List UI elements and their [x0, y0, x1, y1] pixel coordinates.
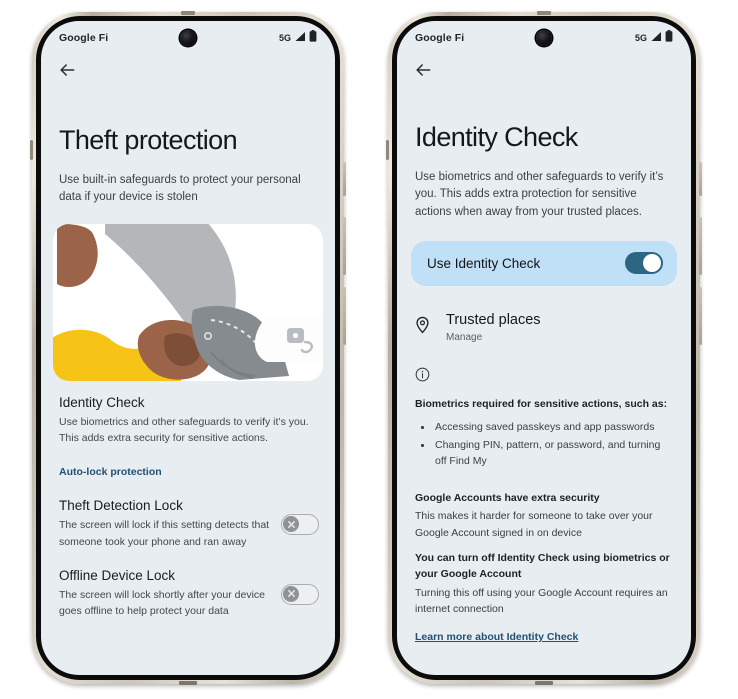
phone-screen: Google Fi 5G	[41, 21, 335, 675]
section-title-identity-check: Identity Check	[59, 394, 145, 410]
toggle-thumb-on	[643, 254, 661, 273]
info-heading: Google Accounts have extra security	[415, 491, 600, 504]
volume-up-button[interactable]	[343, 217, 346, 275]
info-block-google-accounts: Google Accounts have extra security This…	[397, 481, 691, 541]
back-button[interactable]	[41, 55, 335, 85]
carrier-label: Google Fi	[59, 32, 109, 44]
offline-device-lock-toggle[interactable]	[281, 583, 319, 605]
mute-switch[interactable]	[30, 140, 33, 160]
back-button[interactable]	[397, 55, 691, 85]
phone-screen: Google Fi 5G	[397, 21, 691, 675]
use-identity-check-label: Use Identity Check	[427, 255, 541, 271]
power-button[interactable]	[343, 162, 346, 196]
auto-lock-protection-link[interactable]: Auto-lock protection	[41, 446, 180, 478]
phone-device-theft-protection: Google Fi 5G Theft protection Use built-…	[30, 11, 346, 685]
battery-icon	[309, 29, 317, 47]
volume-down-button[interactable]	[699, 287, 702, 345]
info-heading: Biometrics required for sensitive action…	[415, 398, 668, 411]
mute-switch[interactable]	[386, 140, 389, 160]
power-button[interactable]	[699, 162, 702, 196]
trusted-places-subtitle: Manage	[446, 332, 483, 344]
setting-description: The screen will lock shortly after your …	[59, 589, 265, 618]
toggle-thumb-off-icon	[283, 585, 299, 602]
learn-more-identity-check-link[interactable]: Learn more about Identity Check	[415, 631, 578, 643]
network-type-label: 5G	[634, 33, 647, 43]
info-text: This makes it harder for someone to take…	[415, 510, 653, 539]
list-item: Changing PIN, pattern, or password, and …	[415, 435, 673, 470]
signal-bars-icon	[294, 29, 306, 47]
location-pin-icon	[415, 312, 430, 339]
page-subtitle: Use biometrics and other safeguards to v…	[415, 171, 664, 218]
back-arrow-icon	[57, 64, 77, 84]
status-bar: Google Fi 5G	[41, 21, 335, 55]
section-body-identity-check: Use biometrics and other safeguards to v…	[59, 415, 309, 444]
app-content-theft-protection: Theft protection Use built-in safeguards…	[41, 55, 335, 675]
list-item: Accessing saved passkeys and app passwor…	[415, 417, 673, 435]
info-heading: You can turn off Identity Check using bi…	[415, 552, 670, 580]
status-indicators: 5G	[279, 29, 317, 47]
info-block-biometrics: Biometrics required for sensitive action…	[397, 387, 691, 470]
carrier-label: Google Fi	[415, 32, 465, 44]
battery-icon	[665, 29, 673, 47]
page-title: Identity Check	[415, 122, 578, 152]
use-identity-check-toggle[interactable]	[625, 252, 663, 275]
status-indicators: 5G	[635, 29, 673, 47]
frame-bottom-notch	[179, 681, 197, 685]
use-identity-check-row[interactable]: Use Identity Check	[411, 240, 677, 286]
back-arrow-icon	[413, 64, 433, 84]
front-camera-icon	[536, 30, 552, 46]
setting-title: Offline Device Lock	[59, 567, 176, 583]
thief-grabbing-phone-illustration	[53, 223, 323, 381]
signal-bars-icon	[650, 29, 662, 47]
biometrics-bullet-list: Accessing saved passkeys and app passwor…	[415, 417, 673, 470]
app-content-identity-check: Identity Check Use biometrics and other …	[397, 55, 691, 675]
setting-row-offline-device-lock[interactable]: Offline Device Lock The screen will lock…	[41, 550, 335, 620]
frame-bottom-notch	[535, 681, 553, 685]
page-subtitle: Use built-in safeguards to protect your …	[59, 174, 301, 204]
info-block-turn-off: You can turn off Identity Check using bi…	[397, 541, 691, 617]
toggle-thumb-off-icon	[283, 516, 299, 533]
phone-device-identity-check: Google Fi 5G Identity Check Use biometri…	[386, 11, 702, 685]
status-bar: Google Fi 5G	[397, 21, 691, 55]
info-circle-icon	[397, 343, 691, 387]
setting-row-theft-detection-lock[interactable]: Theft Detection Lock The screen will loc…	[41, 480, 335, 550]
front-camera-icon	[180, 30, 196, 46]
trusted-places-row[interactable]: Trusted places Manage	[397, 286, 691, 343]
frame-top-notch	[181, 11, 195, 15]
setting-description: The screen will lock if this setting det…	[59, 519, 270, 548]
info-text: Turning this off using your Google Accou…	[415, 586, 668, 615]
setting-title: Theft Detection Lock	[59, 498, 183, 514]
network-type-label: 5G	[278, 33, 291, 43]
volume-up-button[interactable]	[699, 217, 702, 275]
theft-detection-lock-toggle[interactable]	[281, 514, 319, 536]
frame-top-notch	[537, 11, 551, 15]
volume-down-button[interactable]	[343, 287, 346, 345]
page-title: Theft protection	[59, 125, 238, 155]
trusted-places-title: Trusted places	[446, 311, 541, 328]
